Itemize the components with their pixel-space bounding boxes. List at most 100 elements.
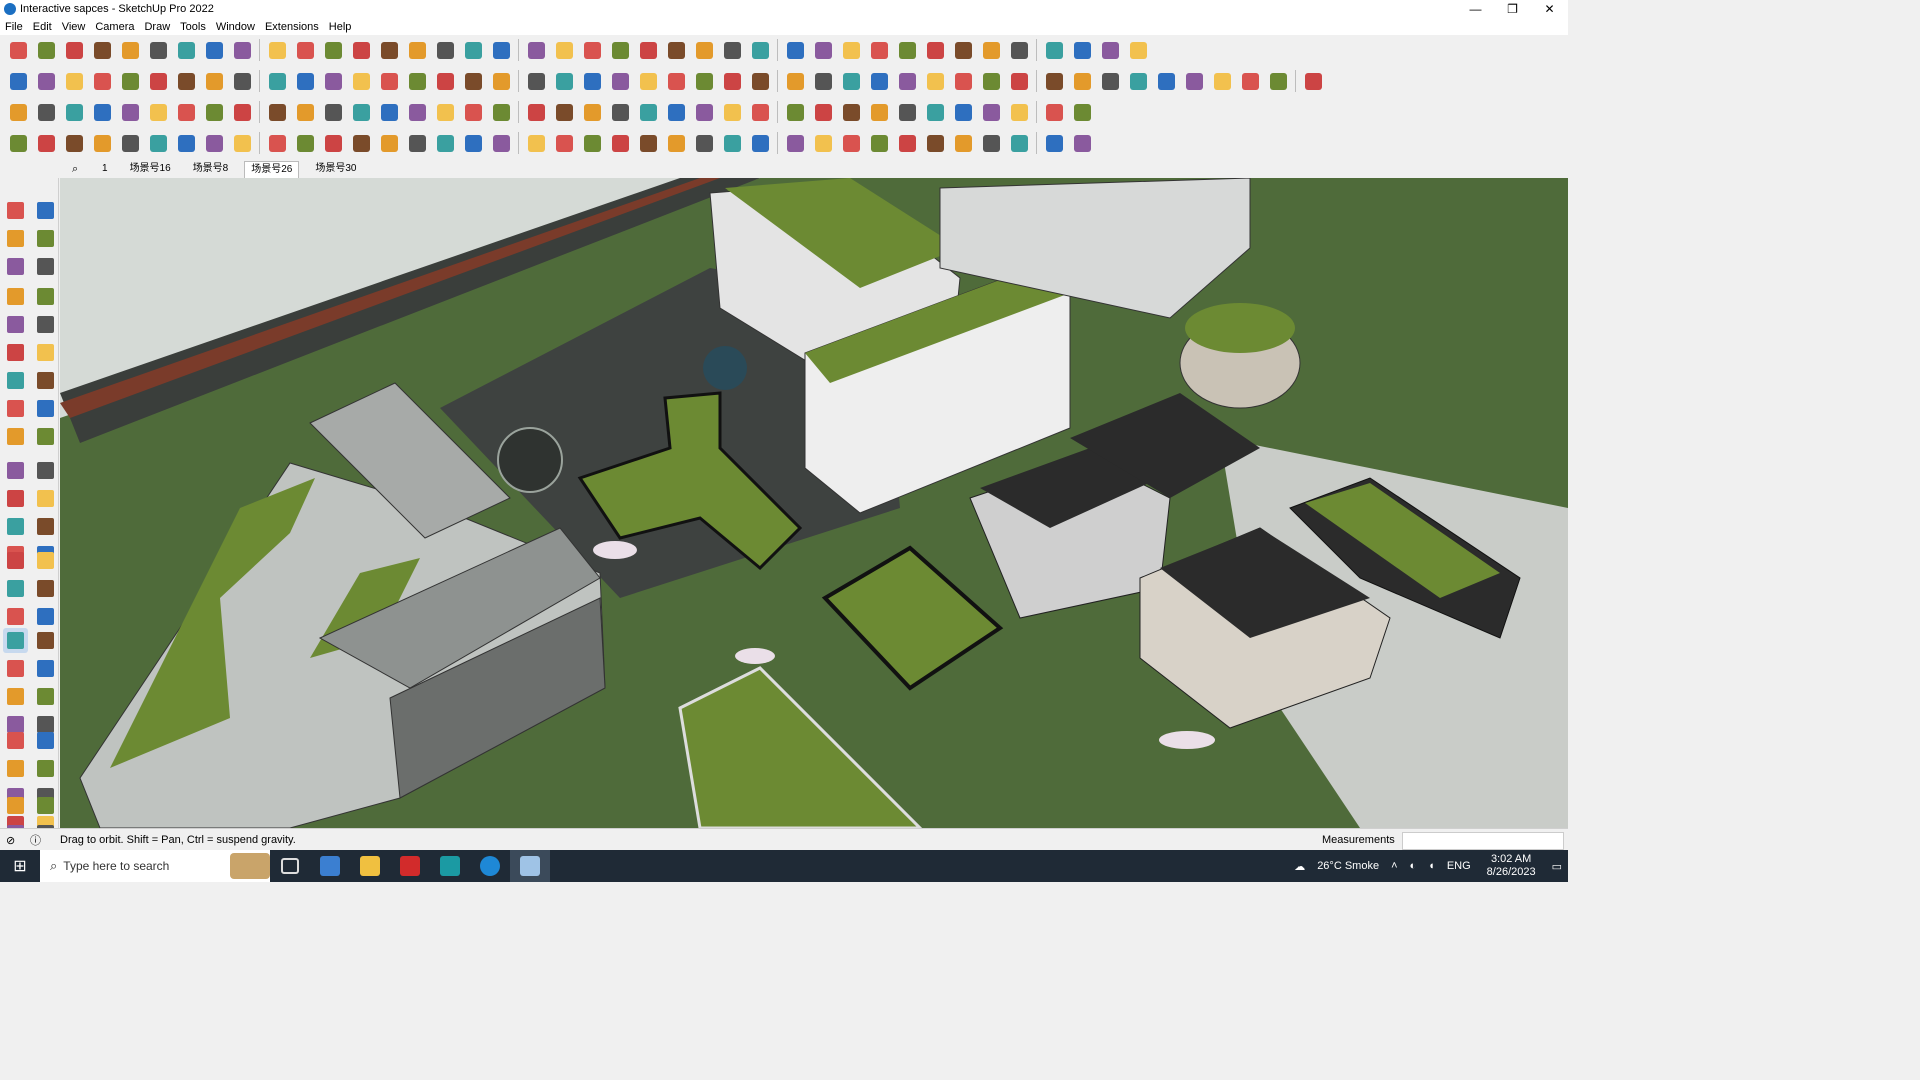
toolbar-tool-icon[interactable] [34, 131, 59, 156]
toolbar-tool-icon[interactable] [979, 69, 1004, 94]
scene-tab-active[interactable]: 场景号26 [244, 160, 300, 178]
toolbar-tool-icon[interactable] [664, 100, 689, 125]
left-tool-icon[interactable] [33, 340, 58, 365]
toolbar-tool-icon[interactable] [461, 131, 486, 156]
toolbar-tool-icon[interactable] [349, 131, 374, 156]
left-tool-icon[interactable] [3, 793, 28, 818]
toolbar-tool-icon[interactable] [783, 131, 808, 156]
toolbar-tool-icon[interactable] [839, 38, 864, 63]
calculator-icon[interactable] [310, 850, 350, 882]
toolbar-tool-icon[interactable] [62, 131, 87, 156]
toolbar-tool-icon[interactable] [1042, 100, 1067, 125]
toolbar-tool-icon[interactable] [349, 100, 374, 125]
toolbar-tool-icon[interactable] [923, 69, 948, 94]
toolbar-tool-icon[interactable] [979, 131, 1004, 156]
toolbar-tool-icon[interactable] [321, 131, 346, 156]
toolbar-tool-icon[interactable] [202, 69, 227, 94]
left-tool-icon[interactable] [3, 396, 28, 421]
toolbar-tool-icon[interactable] [748, 38, 773, 63]
scene-tab[interactable]: 场景号8 [187, 161, 235, 177]
toolbar-tool-icon[interactable] [839, 131, 864, 156]
toolbar-tool-icon[interactable] [1301, 69, 1326, 94]
toolbar-tool-icon[interactable] [349, 69, 374, 94]
toolbar-tool-icon[interactable] [552, 69, 577, 94]
restore-button[interactable]: ❐ [1494, 0, 1531, 18]
toolbar-tool-icon[interactable] [608, 100, 633, 125]
toolbar-tool-icon[interactable] [552, 38, 577, 63]
notifications-icon[interactable]: ▭ [1552, 860, 1562, 873]
left-tool-icon[interactable] [33, 548, 58, 573]
minimize-button[interactable]: — [1457, 0, 1494, 18]
edge-icon[interactable] [470, 850, 510, 882]
toolbar-tool-icon[interactable] [1154, 69, 1179, 94]
menu-tools[interactable]: Tools [175, 21, 211, 33]
toolbar-tool-icon[interactable] [174, 131, 199, 156]
toolbar-tool-icon[interactable] [146, 131, 171, 156]
left-tool-icon[interactable] [33, 756, 58, 781]
language-indicator[interactable]: ENG [1447, 860, 1471, 872]
toolbar-tool-icon[interactable] [1126, 69, 1151, 94]
toolbar-tool-icon[interactable] [405, 69, 430, 94]
menu-file[interactable]: File [0, 21, 28, 33]
toolbar-tool-icon[interactable] [811, 69, 836, 94]
left-tool-icon[interactable] [33, 458, 58, 483]
toolbar-tool-icon[interactable] [692, 38, 717, 63]
toolbar-tool-icon[interactable] [867, 131, 892, 156]
toolbar-tool-icon[interactable] [146, 69, 171, 94]
toolbar-tool-icon[interactable] [230, 38, 255, 63]
toolbar-tool-icon[interactable] [580, 38, 605, 63]
toolbar-tool-icon[interactable] [489, 131, 514, 156]
left-tool-icon[interactable] [3, 284, 28, 309]
toolbar-tool-icon[interactable] [867, 69, 892, 94]
toolbar-tool-icon[interactable] [6, 38, 31, 63]
left-tool-icon[interactable] [33, 604, 58, 629]
toolbar-tool-icon[interactable] [1126, 38, 1151, 63]
toolbar-tool-icon[interactable] [405, 100, 430, 125]
left-tool-icon[interactable] [3, 656, 28, 681]
left-tool-icon[interactable] [33, 486, 58, 511]
toolbar-tool-icon[interactable] [6, 100, 31, 125]
toolbar-tool-icon[interactable] [230, 100, 255, 125]
toolbar-tool-icon[interactable] [867, 38, 892, 63]
left-tool-icon[interactable] [3, 226, 28, 251]
toolbar-tool-icon[interactable] [608, 38, 633, 63]
left-tool-icon[interactable] [3, 628, 28, 653]
toolbar-tool-icon[interactable] [6, 69, 31, 94]
left-tool-icon[interactable] [33, 576, 58, 601]
toolbar-tool-icon[interactable] [923, 100, 948, 125]
toolbar-tool-icon[interactable] [524, 69, 549, 94]
left-tool-icon[interactable] [33, 226, 58, 251]
toolbar-tool-icon[interactable] [748, 131, 773, 156]
toolbar-tool-icon[interactable] [923, 131, 948, 156]
toolbar-tool-icon[interactable] [720, 69, 745, 94]
measurements-input[interactable] [1402, 832, 1564, 850]
toolbar-tool-icon[interactable] [62, 38, 87, 63]
toolbar-tool-icon[interactable] [692, 100, 717, 125]
toolbar-tool-icon[interactable] [461, 100, 486, 125]
toolbar-tool-icon[interactable] [34, 69, 59, 94]
network-icon[interactable]: ◐ [1410, 860, 1417, 872]
sketchup-taskbar-icon[interactable] [510, 850, 550, 882]
toolbar-tool-icon[interactable] [265, 100, 290, 125]
left-tool-icon[interactable] [3, 756, 28, 781]
toolbar-tool-icon[interactable] [839, 69, 864, 94]
left-tool-icon[interactable] [33, 368, 58, 393]
scene-search-icon[interactable]: ⌕ [72, 163, 86, 176]
toolbar-tool-icon[interactable] [118, 131, 143, 156]
toolbar-tool-icon[interactable] [1266, 69, 1291, 94]
toolbar-tool-icon[interactable] [951, 131, 976, 156]
toolbar-tool-icon[interactable] [811, 131, 836, 156]
toolbar-tool-icon[interactable] [377, 100, 402, 125]
left-tool-icon[interactable] [3, 604, 28, 629]
windows-start-icon[interactable]: ⊞ [0, 850, 40, 882]
toolbar-tool-icon[interactable] [90, 100, 115, 125]
toolbar-tool-icon[interactable] [377, 69, 402, 94]
acrobat-icon[interactable] [390, 850, 430, 882]
toolbar-tool-icon[interactable] [1210, 69, 1235, 94]
toolbar-tool-icon[interactable] [895, 100, 920, 125]
toolbar-tool-icon[interactable] [62, 69, 87, 94]
toolbar-tool-icon[interactable] [202, 100, 227, 125]
scene-tab[interactable]: 场景号30 [309, 161, 362, 177]
toolbar-tool-icon[interactable] [489, 100, 514, 125]
toolbar-tool-icon[interactable] [377, 38, 402, 63]
